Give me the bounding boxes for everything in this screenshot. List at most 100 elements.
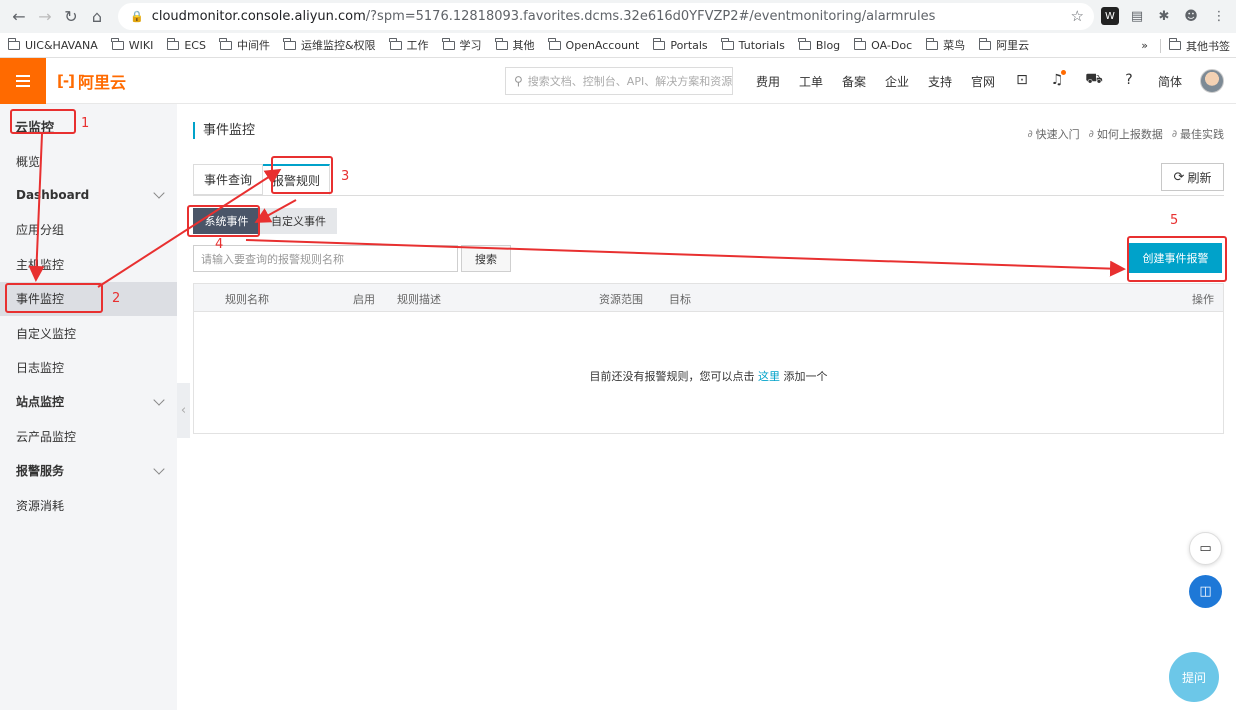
bookmark-item[interactable]: 学习 [442,37,482,53]
bookmark-item[interactable]: 运维监控&权限 [283,37,376,53]
bookmark-item[interactable]: OA-Doc [853,37,912,52]
url-host: cloudmonitor.console.aliyun.com [151,9,366,24]
folder-icon [219,37,232,50]
column-header-actions: 操作 [1192,293,1214,306]
bookmarks-overflow[interactable]: » 其他书签 [1141,33,1230,58]
annotation-box-2 [5,283,103,313]
bookmark-item[interactable]: 阿里云 [978,37,1029,53]
sidebar-collapse-icon[interactable]: ‹ [177,383,190,438]
sidebar-item[interactable]: 云产品监控 [0,419,177,453]
bookmark-item[interactable]: Portals [652,37,708,52]
top-link-icp[interactable]: 备案 [842,73,866,90]
tab-event-query[interactable]: 事件查询 [193,164,263,195]
search-button[interactable]: 搜索 [461,245,511,272]
sidebar-item[interactable]: 自定义监控 [0,316,177,350]
sidebar-item[interactable]: Dashboard [0,178,177,212]
page-title: 事件监控 [193,122,255,139]
aliyun-logo[interactable]: [-] 阿里云 [57,69,126,93]
annotation-number-5: 5 [1170,213,1179,228]
apps-icon[interactable]: ◫ [1189,575,1222,608]
top-link-support[interactable]: 支持 [928,73,952,90]
refresh-icon: ⟳ [1173,169,1185,185]
cart-icon[interactable]: ⛟ [1084,70,1104,90]
folder-icon [853,37,867,50]
language-switch[interactable]: 简体 [1158,73,1182,90]
bookmark-item[interactable]: 菜鸟 [925,37,965,53]
back-icon[interactable]: ← [6,4,32,30]
user-avatar[interactable] [1200,69,1224,93]
reader-icon[interactable]: ▤ [1128,7,1146,25]
top-link-enterprise[interactable]: 企业 [885,73,909,90]
folder-icon [111,37,124,50]
notification-dot [1061,70,1066,75]
ask-question-button[interactable]: 提问 [1169,652,1219,702]
chevron-more-icon[interactable]: » [1141,39,1148,52]
aliyun-logo-icon: [-] [57,72,75,90]
folder-icon [166,37,180,50]
bookmark-item[interactable]: 其他 [495,37,535,53]
more-icon[interactable]: ⋮ [1210,7,1228,25]
folder-icon [495,37,508,50]
bookmark-item[interactable]: OpenAccount [548,37,639,52]
folder-icon [652,37,666,50]
chevron-down-icon [153,394,165,406]
refresh-button[interactable]: ⟳ 刷新 [1161,163,1224,191]
bookmark-item[interactable]: ECS [166,37,206,52]
quick-link-start[interactable]: ∂ 快速入门 [1027,126,1079,142]
annotation-number-3: 3 [341,169,350,184]
top-link-cost[interactable]: 费用 [756,73,780,90]
sidebar-item[interactable]: 资源消耗 [0,488,177,522]
search-icon: ⚲ [514,74,523,88]
other-bookmarks[interactable]: 其他书签 [1186,38,1230,54]
bookmark-item[interactable]: 工作 [389,37,429,53]
hamburger-menu-icon[interactable] [0,58,46,104]
link-icon: ∂ [1171,128,1177,140]
bookmark-item[interactable]: Blog [798,37,840,52]
reload-icon[interactable]: ↻ [58,4,84,30]
folder-icon [283,37,296,50]
chat-icon[interactable]: ▭ [1189,532,1222,565]
extension-icon[interactable]: W [1101,7,1119,25]
home-icon[interactable]: ⌂ [84,4,110,30]
link-icon: ∂ [1088,128,1094,140]
bell-icon[interactable]: ♫ [1047,70,1067,90]
column-header-resource-scope: 资源范围 [599,293,643,306]
bookmark-item[interactable]: Tutorials [721,37,785,52]
profile-icon[interactable]: ☻ [1182,7,1200,25]
terminal-icon[interactable]: ⊡ [1012,70,1032,90]
empty-state-message: 目前还没有报警规则，您可以点击 这里 添加一个 [589,370,828,383]
help-icon[interactable]: ? [1119,70,1139,90]
sidebar-item[interactable]: 报警服务 [0,454,177,488]
tabs-divider [193,195,1224,196]
custom-event-button[interactable]: 自定义事件 [260,208,337,234]
quick-link-report[interactable]: ∂ 如何上报数据 [1089,126,1163,142]
folder-icon [925,37,939,50]
sidebar-item[interactable]: 应用分组 [0,213,177,247]
address-bar[interactable]: 🔒 cloudmonitor.console.aliyun.com/?spm=5… [118,3,1094,30]
column-header-enabled: 启用 [353,293,375,306]
rule-name-search-input[interactable]: 请输入要查询的报警规则名称 [193,245,458,272]
bookmark-item[interactable]: UIC&HAVANA [7,37,98,52]
top-link-official[interactable]: 官网 [971,73,995,90]
quick-link-best-practice[interactable]: ∂ 最佳实践 [1172,126,1224,142]
folder-icon [548,37,561,50]
bookmark-item[interactable]: 中间件 [219,37,270,53]
sidebar: 云监控 概览 Dashboard 应用分组 主机监控 事件监控 自定义监控 日志监控 站点监控… [0,104,177,710]
top-link-ticket[interactable]: 工单 [799,73,823,90]
bookmark-star-icon[interactable]: ☆ [1071,7,1084,25]
sidebar-item[interactable]: 日志监控 [0,350,177,384]
forward-icon[interactable]: → [32,4,58,30]
browser-toolbar: ← → ↻ ⌂ 🔒 cloudmonitor.console.aliyun.co… [0,0,1236,33]
sidebar-item[interactable]: 主机监控 [0,247,177,281]
chevron-down-icon [153,462,165,475]
folder-icon [1168,38,1181,50]
puzzle-icon[interactable]: ✱ [1155,7,1173,25]
alarm-rules-table: 规则名称 启用 规则描述 资源范围 目标 操作 目前还没有报警规则，您可以点击 … [193,283,1224,434]
add-rule-link[interactable]: 这里 [758,370,780,383]
url-path: /?spm=5176.12818093.favorites.dcms.32e61… [365,9,936,24]
sidebar-item[interactable]: 站点监控 [0,385,177,419]
bookmark-item[interactable]: WIKI [111,37,153,52]
global-search-input[interactable]: ⚲ 搜索文档、控制台、API、解决方案和资源 [505,67,733,95]
folder-icon [721,37,734,50]
sidebar-item[interactable]: 概览 [0,144,177,178]
